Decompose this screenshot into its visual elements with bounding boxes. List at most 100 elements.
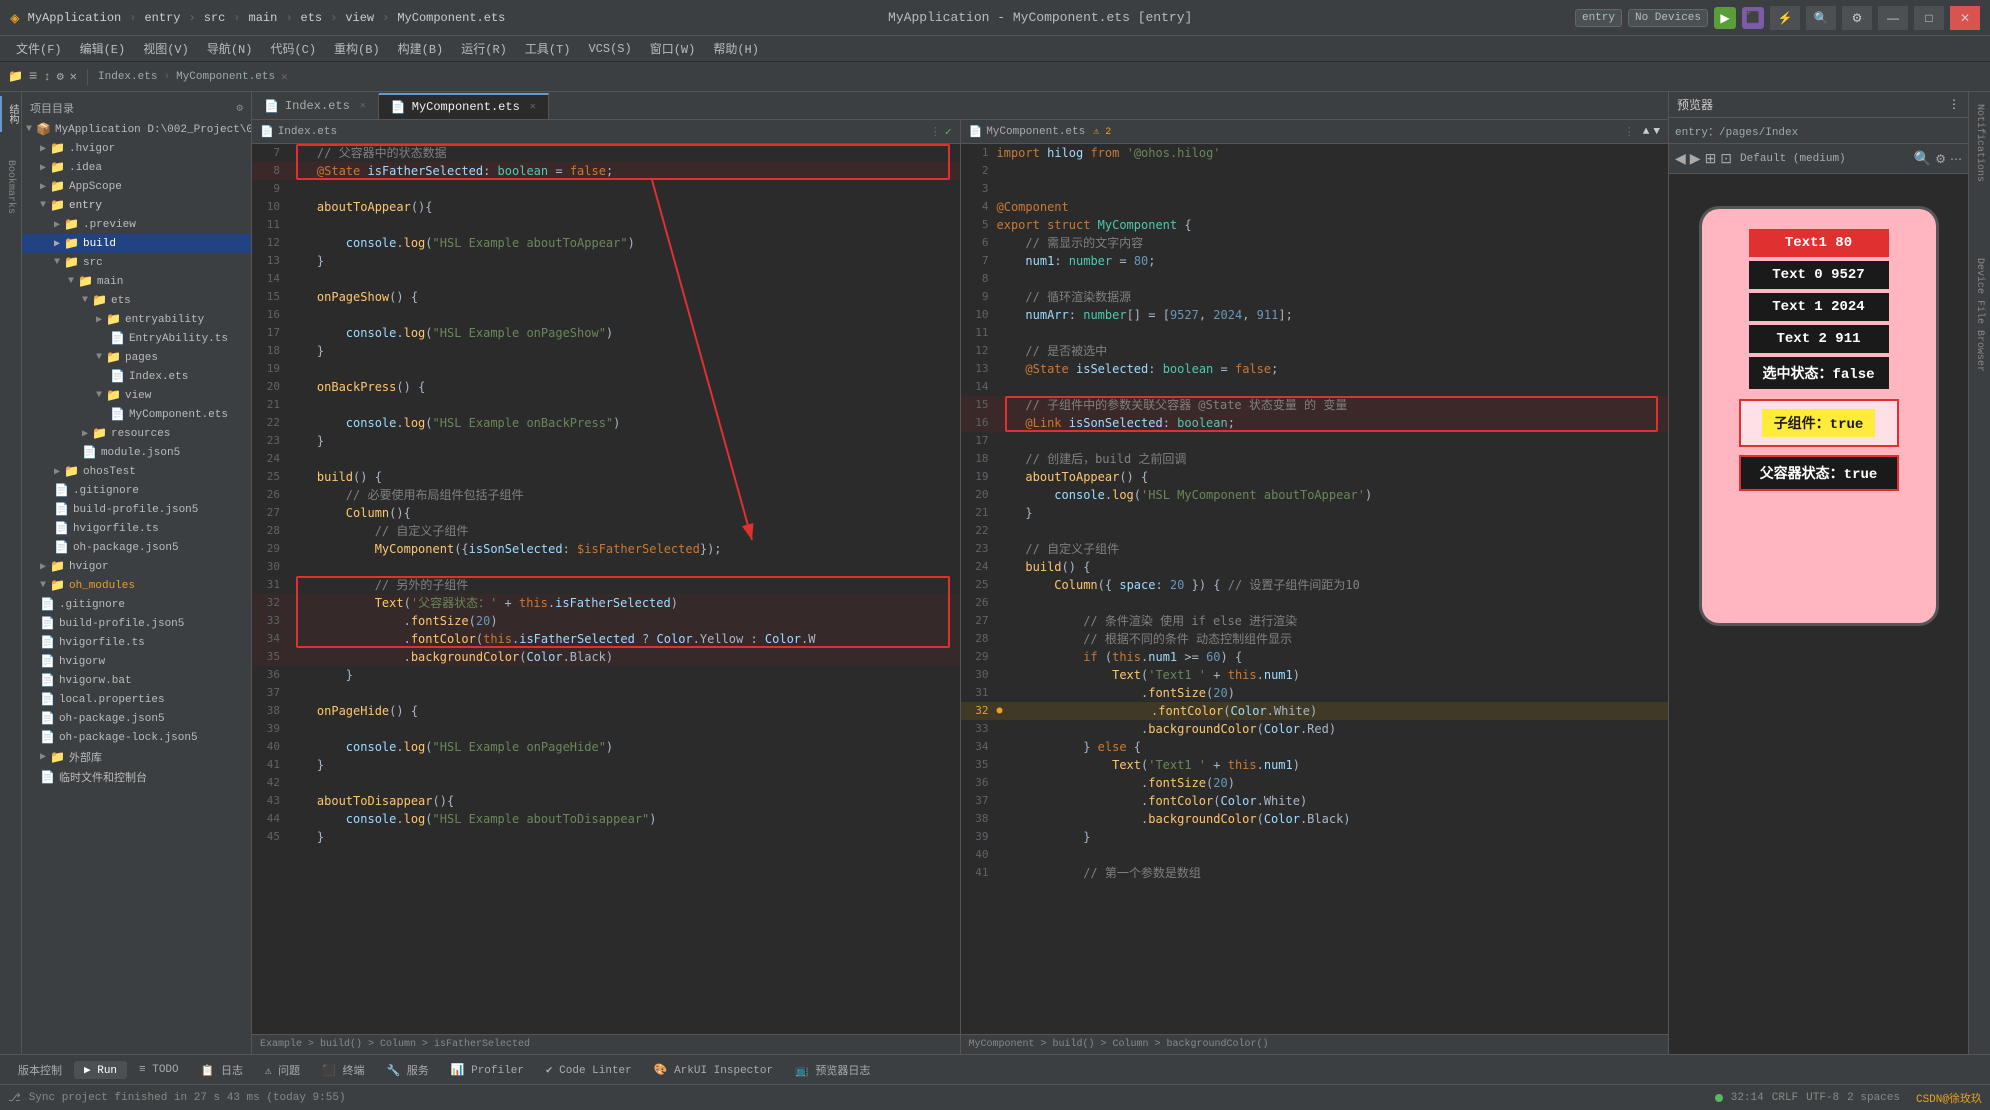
tree-item-index-ets[interactable]: 📄 Index.ets [22, 367, 251, 386]
preview-zoom-out-btn[interactable]: 🔍 [1914, 150, 1931, 167]
menu-help[interactable]: 帮助(H) [705, 38, 767, 59]
menu-view[interactable]: 视图(V) [135, 38, 197, 59]
close-button[interactable]: ✕ [1950, 6, 1980, 30]
left-header-menu[interactable]: ⋮ [930, 125, 941, 139]
scroll-down-icon[interactable]: ▼ [1653, 126, 1660, 138]
preview-back-btn[interactable]: ◀ [1675, 150, 1686, 167]
search-toolbar-button[interactable]: 🔍 [1806, 6, 1836, 30]
menu-tools[interactable]: 工具(T) [517, 38, 579, 59]
rcode-27: 27 // 条件渲染 使用 if else 进行渲染 [961, 612, 1669, 630]
btn-problem[interactable]: ⚠ 问题 [255, 1060, 310, 1080]
tree-item-oh-package-root[interactable]: 📄 oh-package.json5 [22, 709, 251, 728]
minimize-button[interactable]: — [1878, 6, 1908, 30]
tree-item-main[interactable]: ▼ 📁 main [22, 272, 251, 291]
preview-grid-btn[interactable]: ⊞ [1705, 150, 1717, 167]
tree-item-build-profile[interactable]: 📄 build-profile.json5 [22, 500, 251, 519]
tree-item-preview[interactable]: ▶ 📁 .preview [22, 215, 251, 234]
preview-more-btn[interactable]: ⋯ [1950, 152, 1962, 166]
tree-settings-icon[interactable]: ⚙ [236, 101, 243, 115]
settings-button[interactable]: ⚙ [1842, 6, 1872, 30]
tree-item-gitignore-entry[interactable]: 📄 .gitignore [22, 481, 251, 500]
device-file-browser-tab[interactable]: Device File Browser [1972, 250, 1987, 380]
tab-index-ets[interactable]: 📄 Index.ets ✕ [252, 93, 379, 119]
toolbar-gear-icon[interactable]: ⚙ [57, 69, 64, 84]
tree-item-hvigorfile-root[interactable]: 📄 hvigorfile.ts [22, 633, 251, 652]
btn-version[interactable]: 版本控制 [8, 1060, 72, 1080]
menu-run[interactable]: 运行(R) [453, 38, 515, 59]
tree-item-hvigorw[interactable]: 📄 hvigorw [22, 652, 251, 671]
tree-item-resources[interactable]: ▶ 📁 resources [22, 424, 251, 443]
tab-mycomponent-ets[interactable]: 📄 MyComponent.ets ✕ [379, 93, 549, 119]
tab-mycomp-close[interactable]: ✕ [530, 101, 536, 113]
tree-item-external[interactable]: ▶ 📁 外部库 [22, 747, 251, 767]
tree-item-hvigorfile[interactable]: 📄 hvigorfile.ts [22, 519, 251, 538]
tree-item-mycomponent-ets[interactable]: 📄 MyComponent.ets [22, 405, 251, 424]
menu-navigate[interactable]: 导航(N) [199, 38, 261, 59]
menu-file[interactable]: 文件(F) [8, 38, 70, 59]
btn-todo[interactable]: ≡ TODO [129, 1062, 189, 1078]
left-code-content[interactable]: 7 // 父容器中的状态数据 8 @State isFatherSelected… [252, 144, 960, 1034]
btn-terminal[interactable]: ⬛ 终端 [312, 1060, 374, 1080]
menu-vcs[interactable]: VCS(S) [580, 40, 639, 58]
tree-item-hvigor[interactable]: ▶ 📁 .hvigor [22, 139, 251, 158]
attach-button[interactable]: ⚡ [1770, 6, 1800, 30]
tab-index-close[interactable]: ✕ [360, 100, 366, 112]
tree-item-pages[interactable]: ▼ 📁 pages [22, 348, 251, 367]
tree-item-view[interactable]: ▼ 📁 view [22, 386, 251, 405]
tree-item-entryability[interactable]: ▶ 📁 entryability [22, 310, 251, 329]
menu-build[interactable]: 构建(B) [390, 38, 452, 59]
no-devices-button[interactable]: No Devices [1628, 9, 1708, 27]
tree-item-hvigor-root[interactable]: ▶ 📁 hvigor [22, 557, 251, 576]
sidebar-bookmark-tab[interactable]: Bookmarks [3, 152, 18, 222]
btn-preview-log[interactable]: 📺 预览器日志 [785, 1060, 880, 1080]
btn-profiler[interactable]: 📊 Profiler [441, 1061, 534, 1079]
toolbar-sort-icon[interactable]: ↕ [43, 70, 50, 84]
toolbar-entry-dropdown[interactable]: entry [1575, 9, 1622, 27]
tree-item-oh-modules[interactable]: ▼ 📁 oh_modules [22, 576, 251, 595]
tree-item-appscope[interactable]: ▶ 📁 AppScope [22, 177, 251, 196]
toolbar-align-icon[interactable]: ≡ [29, 69, 37, 85]
debug-button[interactable]: ⬛ [1742, 7, 1764, 29]
tree-item-oh-package[interactable]: 📄 oh-package.json5 [22, 538, 251, 557]
scroll-up-icon[interactable]: ▲ [1643, 126, 1650, 138]
tree-item-build[interactable]: ▶ 📁 build [22, 234, 251, 253]
tree-item-local-props[interactable]: 📄 local.properties [22, 690, 251, 709]
btn-run[interactable]: ▶ Run [74, 1061, 127, 1079]
maximize-button[interactable]: □ [1914, 6, 1944, 30]
btn-service[interactable]: 🔧 服务 [377, 1060, 439, 1080]
menu-code[interactable]: 代码(C) [262, 38, 324, 59]
btn-arkui[interactable]: 🎨 ArkUI Inspector [644, 1061, 783, 1079]
menu-refactor[interactable]: 重构(B) [326, 38, 388, 59]
menu-edit[interactable]: 编辑(E) [72, 38, 134, 59]
menu-window[interactable]: 窗口(W) [642, 38, 704, 59]
toolbar-close-icon[interactable]: ✕ [70, 69, 77, 84]
btn-log[interactable]: 📋 日志 [191, 1060, 253, 1080]
right-code-content[interactable]: 1 import hilog from '@ohos.hilog' 2 3 4 [961, 144, 1669, 1034]
tree-item-scratch[interactable]: 📄 临时文件和控制台 [22, 767, 251, 787]
sidebar-structure-tab[interactable]: 结构 [0, 96, 21, 132]
preview-layout-btn[interactable]: ⊡ [1720, 150, 1732, 167]
tree-item-ets[interactable]: ▼ 📁 ets [22, 291, 251, 310]
right-header-menu[interactable]: ⋮ [1624, 125, 1635, 139]
tree-item-module-json[interactable]: 📄 module.json5 [22, 443, 251, 462]
notifications-tab[interactable]: Notifications [1972, 96, 1987, 190]
tree-item-entry[interactable]: ▼ 📁 entry [22, 196, 251, 215]
run-button[interactable]: ▶ [1714, 7, 1736, 29]
tree-item-entryability-ts[interactable]: 📄 EntryAbility.ts [22, 329, 251, 348]
tree-item-build-profile-root[interactable]: 📄 build-profile.json5 [22, 614, 251, 633]
tree-item-oh-package-lock[interactable]: 📄 oh-package-lock.json5 [22, 728, 251, 747]
tree-item-myapplication[interactable]: ▼ 📦 MyApplication D:\002_Project\014_Dev… [22, 120, 251, 139]
tree-item-hvigorw-bat[interactable]: 📄 hvigorw.bat [22, 671, 251, 690]
rcode-38: 38 .backgroundColor(Color.Black) [961, 810, 1669, 828]
preview-menu-icon[interactable]: ⋮ [1948, 97, 1960, 112]
tree-item-ohostest[interactable]: ▶ 📁 ohosTest [22, 462, 251, 481]
breadcrumb-item-index[interactable]: Index.ets [98, 71, 157, 83]
btn-linter[interactable]: ✔ Code Linter [536, 1061, 642, 1079]
preview-forward-btn[interactable]: ▶ [1690, 150, 1701, 167]
folder-icon: 📁 [92, 426, 107, 441]
tree-item-src[interactable]: ▼ 📁 src [22, 253, 251, 272]
breadcrumb-item-mycomponent[interactable]: MyComponent.ets [176, 71, 275, 83]
tree-item-idea[interactable]: ▶ 📁 .idea [22, 158, 251, 177]
tree-item-gitignore-root[interactable]: 📄 .gitignore [22, 595, 251, 614]
preview-settings-btn[interactable]: ⚙ [1935, 152, 1946, 166]
